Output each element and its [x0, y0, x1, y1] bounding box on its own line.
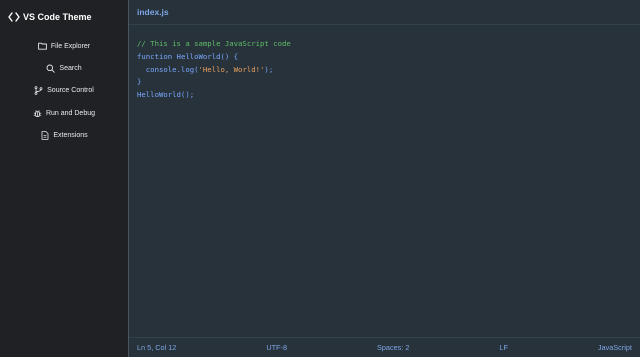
code-line: // This is a sample JavaScript code — [137, 38, 632, 51]
status-bar: Ln 5, Col 12 UTF-8 Spaces: 2 LF JavaScri… — [129, 337, 640, 357]
sidebar-item-label: Run and Debug — [45, 109, 96, 117]
search-icon — [46, 64, 56, 73]
code-token-plain: } — [137, 77, 142, 87]
status-indentation[interactable]: Spaces: 2 — [377, 343, 409, 352]
status-language[interactable]: JavaScript — [598, 343, 632, 352]
tab-index-js[interactable]: index.js — [137, 7, 169, 17]
code-token-plain: console.log( — [137, 64, 199, 74]
sidebar-item-label: Source Control — [47, 87, 94, 95]
sidebar-item-source-control[interactable]: Source Control — [0, 80, 128, 102]
status-encoding[interactable]: UTF-8 — [266, 343, 287, 352]
sidebar-nav: File Explorer Search Source Control Run … — [0, 35, 128, 146]
status-line-ending[interactable]: LF — [499, 343, 508, 352]
code-token-fn: HelloWorld() { — [176, 51, 239, 61]
code-token-comment: // This is a sample JavaScript code — [137, 39, 291, 48]
git-branch-icon — [34, 86, 43, 96]
brand: VS Code Theme — [0, 0, 128, 34]
sidebar: VS Code Theme File Explorer Search Sourc… — [0, 0, 129, 357]
code-line: function HelloWorld() { — [137, 51, 632, 64]
code-brackets-icon — [8, 12, 20, 22]
tab-bar: index.js — [129, 0, 640, 25]
sidebar-item-label: File Explorer — [50, 42, 91, 50]
code-token-plain: ); — [264, 64, 274, 74]
file-icon — [40, 131, 49, 140]
folder-icon — [37, 42, 47, 51]
code-token-str: 'Hello, World!' — [198, 64, 265, 74]
sidebar-item-label: Extensions — [53, 131, 88, 139]
code-editor[interactable]: // This is a sample JavaScript code funct… — [129, 25, 640, 102]
app-window: VS Code Theme File Explorer Search Sourc… — [0, 0, 640, 357]
code-line: } — [137, 76, 632, 89]
code-line: HelloWorld(); — [137, 89, 632, 102]
bug-icon — [33, 109, 42, 118]
code-token-kw: function — [137, 51, 177, 61]
brand-title: VS Code Theme — [23, 12, 92, 22]
editor-pane: index.js // This is a sample JavaScript … — [129, 0, 640, 357]
code-token-plain: HelloWorld(); — [137, 90, 195, 100]
status-cursor-position[interactable]: Ln 5, Col 12 — [137, 343, 176, 352]
sidebar-item-run-and-debug[interactable]: Run and Debug — [0, 102, 128, 124]
code-line: console.log('Hello, World!'); — [137, 64, 632, 77]
sidebar-item-extensions[interactable]: Extensions — [0, 124, 128, 146]
sidebar-item-file-explorer[interactable]: File Explorer — [0, 35, 128, 57]
sidebar-item-search[interactable]: Search — [0, 57, 128, 79]
sidebar-item-label: Search — [59, 64, 82, 72]
